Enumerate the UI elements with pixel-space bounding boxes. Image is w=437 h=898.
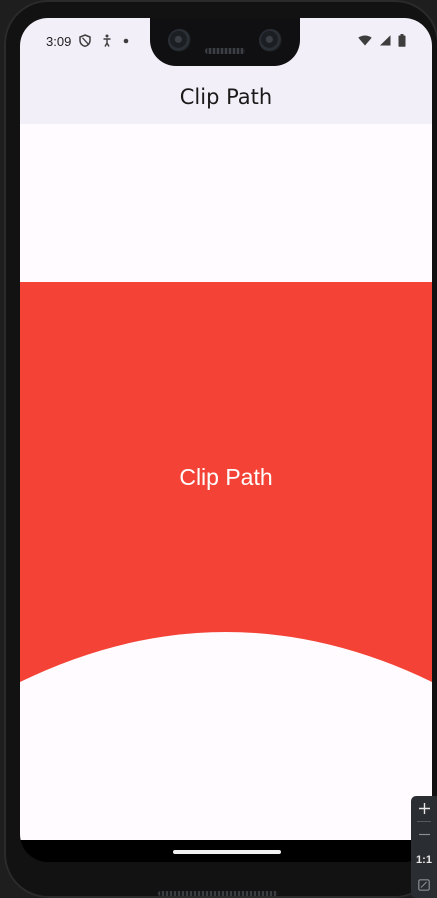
plus-icon[interactable]: [411, 796, 437, 821]
status-icons-right: [358, 34, 406, 47]
fit-screen-icon[interactable]: [411, 872, 437, 897]
front-camera-left: [168, 29, 191, 52]
wifi-icon: [358, 35, 372, 46]
accessibility-icon: [102, 34, 112, 47]
status-icons-left: [79, 34, 129, 47]
app-bar-title: Clip Path: [179, 85, 273, 109]
front-camera-right: [259, 29, 282, 52]
navigation-bar: [20, 840, 432, 862]
app-bar: Clip Path: [20, 70, 432, 124]
device-frame: 3:09 Clip Path Clip Path: [4, 0, 437, 898]
bottom-speaker-grille: [158, 891, 278, 896]
home-gesture-handle[interactable]: [173, 850, 281, 854]
camera-notch: [150, 18, 300, 66]
status-time: 3:09: [46, 34, 72, 49]
phone-screen: 3:09 Clip Path Clip Path: [20, 18, 432, 862]
page-content: Clip Path: [20, 124, 432, 840]
signal-icon: [379, 35, 391, 46]
minus-icon[interactable]: [411, 822, 437, 847]
actual-size-button[interactable]: 1:1: [411, 847, 437, 872]
clip-path-label: Clip Path: [179, 464, 273, 490]
battery-icon: [398, 34, 406, 47]
earpiece-speaker: [205, 48, 245, 54]
dot-icon: [123, 38, 129, 44]
status-bar: 3:09: [20, 18, 432, 70]
emulator-zoom-controls: 1:1: [411, 796, 437, 898]
shield-icon: [79, 34, 91, 47]
